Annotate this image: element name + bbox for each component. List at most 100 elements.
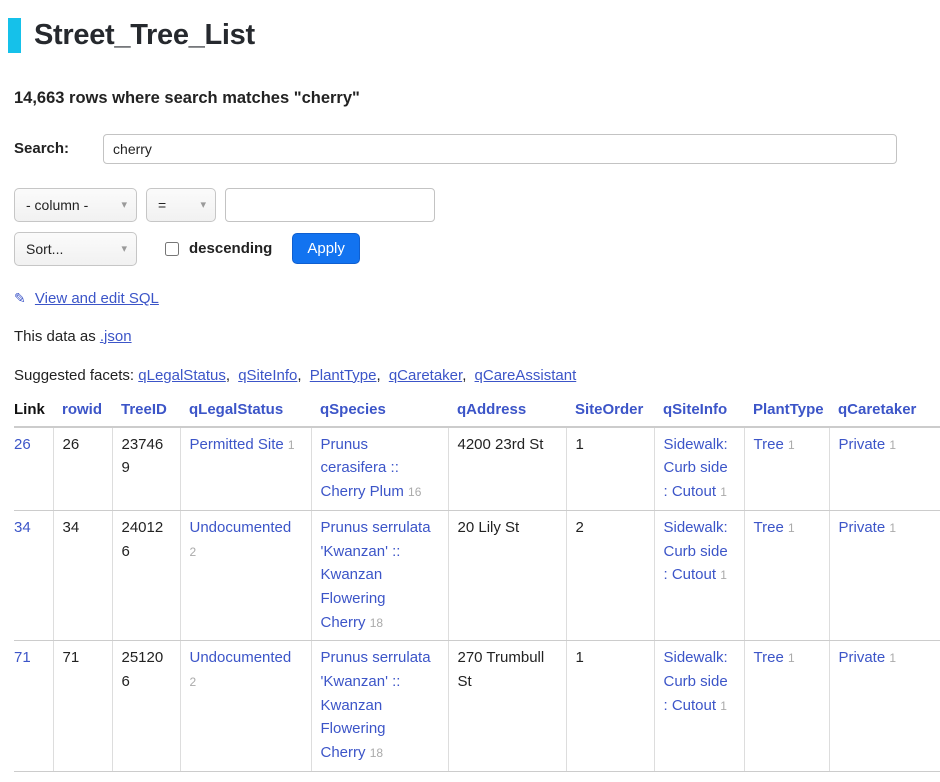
filter-form: - column - ▾ = ▾ xyxy=(14,188,940,222)
sort-select[interactable]: Sort... ▾ xyxy=(14,232,137,266)
row-link[interactable]: 26 xyxy=(14,436,31,453)
facet-count: 1 xyxy=(889,521,896,535)
column-select-value: - column - xyxy=(26,197,88,213)
cell-qspecies: Prunus serrulata 'Kwanzan' :: Kwanzan Fl… xyxy=(311,510,448,640)
cell-rowid: 34 xyxy=(53,510,112,640)
facet-link-qcareassistant[interactable]: qCareAssistant xyxy=(475,367,577,384)
cell-qaddress: 20 Lily St xyxy=(448,510,566,640)
facet-value-link[interactable]: Tree xyxy=(754,519,784,536)
column-header-rowid-link[interactable]: rowid xyxy=(62,401,102,418)
facet-value-link[interactable]: Tree xyxy=(754,649,784,666)
cell-siteorder: 2 xyxy=(566,510,654,640)
facet-link-qlegalstatus[interactable]: qLegalStatus xyxy=(138,367,226,384)
facet-count: 2 xyxy=(190,675,197,689)
apply-button[interactable]: Apply xyxy=(292,233,360,264)
facet-value-link[interactable]: Private xyxy=(839,519,886,536)
facet-count: 1 xyxy=(889,651,896,665)
facet-count: 1 xyxy=(720,485,727,499)
column-header-link: Link xyxy=(14,401,53,427)
facet-value-link[interactable]: Prunus cerasifera :: Cherry Plum xyxy=(321,436,404,500)
row-link[interactable]: 71 xyxy=(14,649,31,666)
facet-count: 1 xyxy=(788,521,795,535)
column-header-siteorder-link[interactable]: SiteOrder xyxy=(575,401,643,418)
descending-checkbox[interactable] xyxy=(165,242,179,256)
facet-count: 16 xyxy=(408,485,421,499)
facet-value-link[interactable]: Sidewalk: Curb side : Cutout xyxy=(664,519,728,583)
facet-link-qcaretaker[interactable]: qCaretaker xyxy=(389,367,462,384)
operator-select-value: = xyxy=(158,197,166,213)
facet-count: 1 xyxy=(788,438,795,452)
facet-value-link[interactable]: Sidewalk: Curb side : Cutout xyxy=(664,649,728,713)
view-edit-sql-link[interactable]: View and edit SQL xyxy=(35,290,159,307)
facet-separator: , xyxy=(376,367,380,384)
pencil-icon: ✎ xyxy=(14,290,26,306)
facet-value-link[interactable]: Prunus serrulata 'Kwanzan' :: Kwanzan Fl… xyxy=(321,649,431,761)
cell-qaddress: 4200 23rd St xyxy=(448,427,566,511)
filter-value-input[interactable] xyxy=(225,188,435,222)
row-count-text: 14,663 rows where search matches "cherry… xyxy=(14,89,940,108)
facet-separator: , xyxy=(297,367,301,384)
column-header-qsiteinfo-link[interactable]: qSiteInfo xyxy=(663,401,727,418)
page: Street_Tree_List 14,663 rows where searc… xyxy=(0,18,940,772)
facet-link-qsiteinfo[interactable]: qSiteInfo xyxy=(238,367,297,384)
column-header-qaddress: qAddress xyxy=(448,401,566,427)
cell-link: 71 xyxy=(14,641,53,771)
descending-label: descending xyxy=(189,240,272,257)
facets-prefix: Suggested facets: xyxy=(14,367,134,384)
cell-qsiteinfo: Sidewalk: Curb side : Cutout 1 xyxy=(654,641,744,771)
cell-qcaretaker: Private 1 xyxy=(829,510,940,640)
column-header-qspecies-link[interactable]: qSpecies xyxy=(320,401,386,418)
page-title: Street_Tree_List xyxy=(8,18,940,53)
facet-count: 1 xyxy=(720,568,727,582)
cell-treeid: 240126 xyxy=(112,510,180,640)
facet-count: 1 xyxy=(788,651,795,665)
table-header-row: Link rowid TreeID qLegalStatus qSpecies … xyxy=(14,401,940,427)
column-header-qaddress-link[interactable]: qAddress xyxy=(457,401,526,418)
table-row: 71 71 251206 Undocumented 2 Prunus serru… xyxy=(14,641,940,771)
chevron-down-icon: ▾ xyxy=(200,198,206,211)
sql-link-line: ✎ View and edit SQL xyxy=(14,290,940,307)
facet-count: 18 xyxy=(370,616,383,630)
search-form: Search: xyxy=(14,134,940,164)
row-link[interactable]: 34 xyxy=(14,519,31,536)
cell-qspecies: Prunus cerasifera :: Cherry Plum 16 xyxy=(311,427,448,511)
cell-link: 34 xyxy=(14,510,53,640)
cell-planttype: Tree 1 xyxy=(744,427,829,511)
facet-value-link[interactable]: Tree xyxy=(754,436,784,453)
column-select[interactable]: - column - ▾ xyxy=(14,188,137,222)
sort-select-value: Sort... xyxy=(26,241,63,257)
facet-value-link[interactable]: Private xyxy=(839,436,886,453)
facet-value-link[interactable]: Undocumented xyxy=(190,519,292,536)
facet-link-planttype[interactable]: PlantType xyxy=(310,367,377,384)
search-input[interactable] xyxy=(103,134,897,164)
facet-value-link[interactable]: Sidewalk: Curb side : Cutout xyxy=(664,436,728,500)
cell-treeid: 251206 xyxy=(112,641,180,771)
cell-link: 26 xyxy=(14,427,53,511)
cell-qsiteinfo: Sidewalk: Curb side : Cutout 1 xyxy=(654,427,744,511)
cell-qcaretaker: Private 1 xyxy=(829,641,940,771)
column-header-qcaretaker: qCaretaker xyxy=(829,401,940,427)
facet-value-link[interactable]: Undocumented xyxy=(190,649,292,666)
column-header-planttype-link[interactable]: PlantType xyxy=(753,401,824,418)
suggested-facets-line: Suggested facets: qLegalStatus, qSiteInf… xyxy=(14,367,940,384)
facet-value-link[interactable]: Prunus serrulata 'Kwanzan' :: Kwanzan Fl… xyxy=(321,519,431,631)
cell-qlegalstatus: Undocumented 2 xyxy=(180,510,311,640)
facet-value-link[interactable]: Permitted Site xyxy=(190,436,284,453)
search-label: Search: xyxy=(14,140,69,157)
cell-qaddress: 270 Trumbull St xyxy=(448,641,566,771)
column-header-qspecies: qSpecies xyxy=(311,401,448,427)
table-row: 34 34 240126 Undocumented 2 Prunus serru… xyxy=(14,510,940,640)
facet-count: 1 xyxy=(889,438,896,452)
cell-qspecies: Prunus serrulata 'Kwanzan' :: Kwanzan Fl… xyxy=(311,641,448,771)
data-as-line: This data as .json xyxy=(14,328,940,345)
facet-value-link[interactable]: Private xyxy=(839,649,886,666)
column-header-qsiteinfo: qSiteInfo xyxy=(654,401,744,427)
column-header-qlegalstatus-link[interactable]: qLegalStatus xyxy=(189,401,283,418)
column-header-treeid-link[interactable]: TreeID xyxy=(121,401,167,418)
cell-planttype: Tree 1 xyxy=(744,510,829,640)
json-link[interactable]: .json xyxy=(100,328,132,345)
column-header-qcaretaker-link[interactable]: qCaretaker xyxy=(838,401,916,418)
cell-siteorder: 1 xyxy=(566,427,654,511)
operator-select[interactable]: = ▾ xyxy=(146,188,216,222)
column-header-rowid: rowid xyxy=(53,401,112,427)
